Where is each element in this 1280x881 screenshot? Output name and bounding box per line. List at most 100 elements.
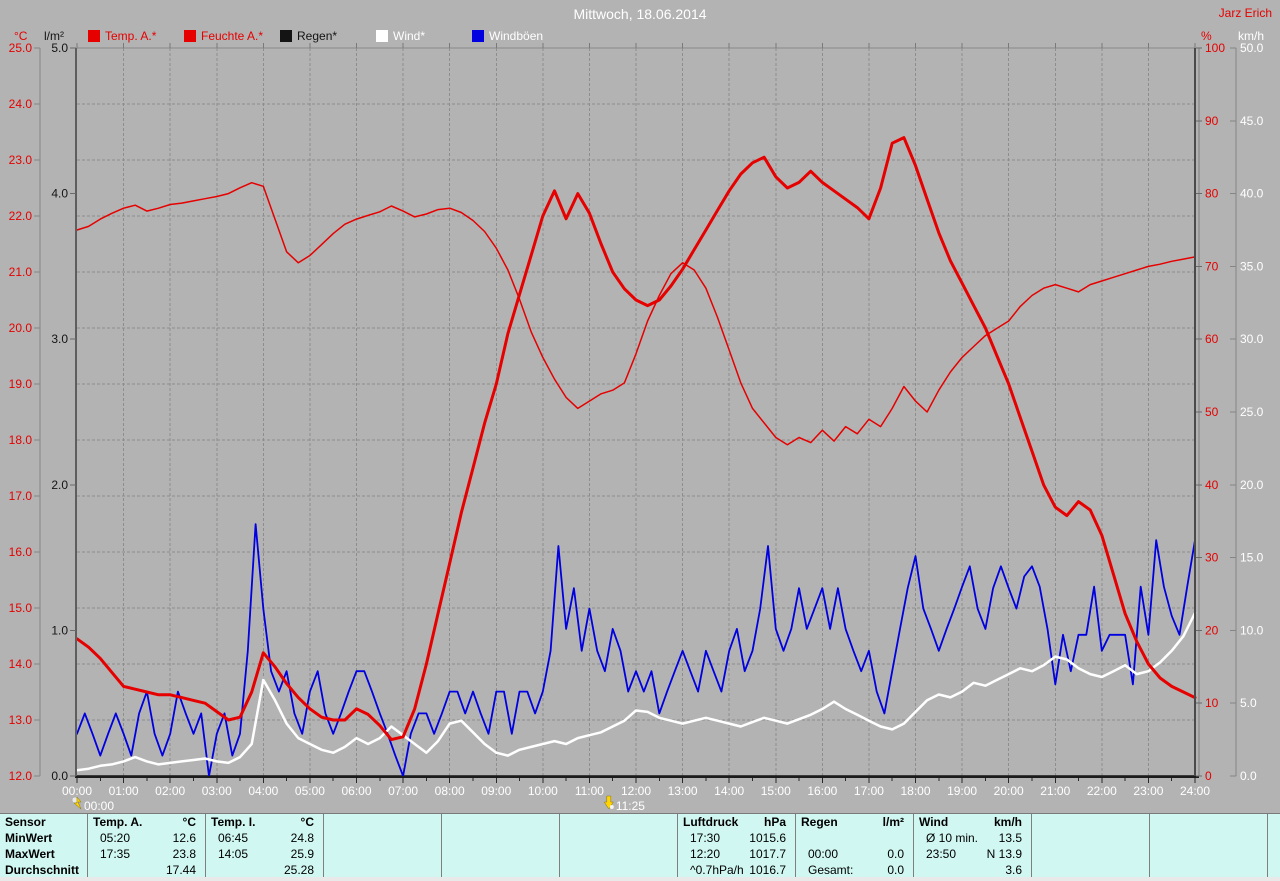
- table-column-empty-3: [560, 814, 678, 878]
- table-cell: ^0.7hPa/h 1016.7: [678, 862, 795, 878]
- legend-row: °C l/m² Temp. A.* Feuchte A.* Regen* Win…: [0, 29, 1280, 45]
- table-cell: 06:45 24.8: [206, 830, 323, 846]
- legend-windboeen-label: Windböen: [489, 29, 544, 43]
- x-axis-tick-label: 23:00: [1133, 784, 1163, 798]
- table-cell-time: [1150, 862, 1162, 878]
- chart-title: Mittwoch, 18.06.2014: [573, 6, 707, 22]
- humidity-axis-tick-label: 30: [1205, 551, 1219, 565]
- table-cell-time: Ø 10 min.: [926, 831, 979, 845]
- table-cell: 3.6: [914, 862, 1031, 878]
- wind-axis-tick-label: 25.0: [1240, 405, 1264, 419]
- rain-axis-tick-label: 3.0: [51, 332, 68, 346]
- rain-axis-unit-label: l/m²: [44, 29, 64, 43]
- table-row-label: MaxWert: [5, 847, 55, 861]
- humidity-axis-tick-label: 60: [1205, 332, 1219, 346]
- humidity-axis-tick-label: 70: [1205, 259, 1219, 273]
- table-column-name: [442, 814, 447, 830]
- table-column-unit: [1258, 814, 1267, 830]
- x-axis-tick-label: 17:00: [854, 784, 884, 798]
- table-column-name: Luftdruck: [683, 815, 739, 829]
- temp-axis-tick-label: 19.0: [9, 377, 33, 391]
- rain-axis-tick-label: 0.0: [51, 769, 68, 783]
- legend-item-feuchte-a[interactable]: Feuchte A.*: [184, 29, 263, 43]
- x-axis-tick-label: 22:00: [1087, 784, 1117, 798]
- table-cell-time: [914, 862, 926, 878]
- table-cell-time: 17:30: [690, 831, 721, 845]
- wind-axis-tick-label: 0.0: [1240, 769, 1257, 783]
- humidity-axis-tick-label: 10: [1205, 696, 1219, 710]
- wind-axis-tick-label: 20.0: [1240, 478, 1264, 492]
- marker-dot-icon: [609, 805, 614, 809]
- table-column-empty-5: [1150, 814, 1268, 878]
- temp-axis-tick-label: 16.0: [9, 545, 33, 559]
- weather-app-window: { "header": { "title": "Mittwoch, 18.06.…: [0, 0, 1280, 881]
- x-axis-tick-label: 11:00: [575, 784, 604, 798]
- table-cell-value: 25.9: [290, 847, 314, 861]
- table-cell: 23:50 N 13.9: [914, 846, 1031, 862]
- table-column-temp-i: Temp. I. °C 06:45 24.8 14:05 25.9 25.28: [206, 814, 324, 878]
- table-cell-value: [1258, 830, 1267, 846]
- station-owner-label: Jarz Erich: [1218, 6, 1272, 20]
- table-cell-time: [442, 830, 454, 846]
- table-column-header: [442, 814, 559, 830]
- legend-item-regen[interactable]: Regen*: [280, 29, 337, 43]
- table-cell-time: [560, 862, 572, 878]
- x-axis-tick-label: 12:00: [621, 784, 651, 798]
- x-axis-tick-label: 09:00: [481, 784, 511, 798]
- table-cell-time: 23:50: [926, 847, 957, 861]
- table-cell-time: ^0.7hPa/h: [690, 863, 744, 877]
- table-cell-time: [1150, 830, 1162, 846]
- table-column-header: [324, 814, 441, 830]
- x-axis-tick-label: 18:00: [900, 784, 930, 798]
- table-column-empty-1: [324, 814, 442, 878]
- table-column-unit: °C: [300, 815, 314, 829]
- x-axis-tick-label: 08:00: [435, 784, 465, 798]
- legend-windboeen-swatch: [472, 30, 484, 42]
- x-axis-tick-label: 04:00: [248, 784, 278, 798]
- chart-plot-area: 25.0 24.0 23.0 22.0 21.0 20.0 19.0 18.0 17.0 16.0…: [9, 41, 1264, 812]
- legend-item-windboeen[interactable]: Windböen: [472, 29, 543, 43]
- table-column-header: Regen l/m²: [796, 814, 913, 830]
- table-filler-column: [1268, 814, 1280, 878]
- table-row-label: Sensor: [5, 815, 46, 829]
- table-cell-value: 1017.7: [749, 847, 786, 861]
- table-cell: [324, 830, 441, 846]
- rain-axis-tick-label: 2.0: [51, 478, 68, 492]
- table-cell-value: [1140, 830, 1149, 846]
- table-cell-time: 05:20: [100, 831, 131, 845]
- temp-axis-tick-label: 18.0: [9, 433, 33, 447]
- rain-axis-tick-label: 4.0: [51, 187, 68, 201]
- table-column-unit: °C: [182, 815, 196, 829]
- table-column-empty-4: [1032, 814, 1150, 878]
- table-cell-time: [560, 830, 572, 846]
- table-cell: [442, 830, 559, 846]
- table-cell: [324, 846, 441, 862]
- x-axis-tick-label: 06:00: [341, 784, 371, 798]
- table-cell-time: [1032, 862, 1044, 878]
- legend-item-wind[interactable]: Wind*: [376, 29, 425, 43]
- temp-axis-tick-label: 22.0: [9, 209, 33, 223]
- table-cell-value: 0.0: [887, 847, 904, 861]
- table-column-unit: km/h: [993, 815, 1022, 829]
- table-cell: [560, 830, 677, 846]
- table-cell-value: [1140, 846, 1149, 862]
- marker-time-label: 00:00: [84, 799, 114, 812]
- table-cell-value: N 13.9: [986, 847, 1022, 861]
- x-axis-tick-label: 20:00: [994, 784, 1024, 798]
- table-column-unit: hPa: [763, 815, 786, 829]
- temp-axis-tick-label: 13.0: [9, 713, 33, 727]
- table-cell-time: 14:05: [218, 847, 249, 861]
- table-cell: 12:20 1017.7: [678, 846, 795, 862]
- table-cell-value: [1258, 846, 1267, 862]
- table-cell-value: 12.6: [172, 831, 196, 845]
- table-cell-time: [442, 862, 454, 878]
- table-cell: [796, 830, 913, 846]
- table-cell-time: [1150, 846, 1162, 862]
- table-cell-time: 00:00: [808, 847, 839, 861]
- legend-item-temp-a[interactable]: Temp. A.*: [88, 29, 156, 43]
- wind-axis-tick-label: 40.0: [1240, 187, 1264, 201]
- table-column-header: Temp. A. °C: [88, 814, 205, 830]
- table-column-name: [1032, 814, 1037, 830]
- table-cell-value: [668, 830, 677, 846]
- table-cell: 00:00 0.0: [796, 846, 913, 862]
